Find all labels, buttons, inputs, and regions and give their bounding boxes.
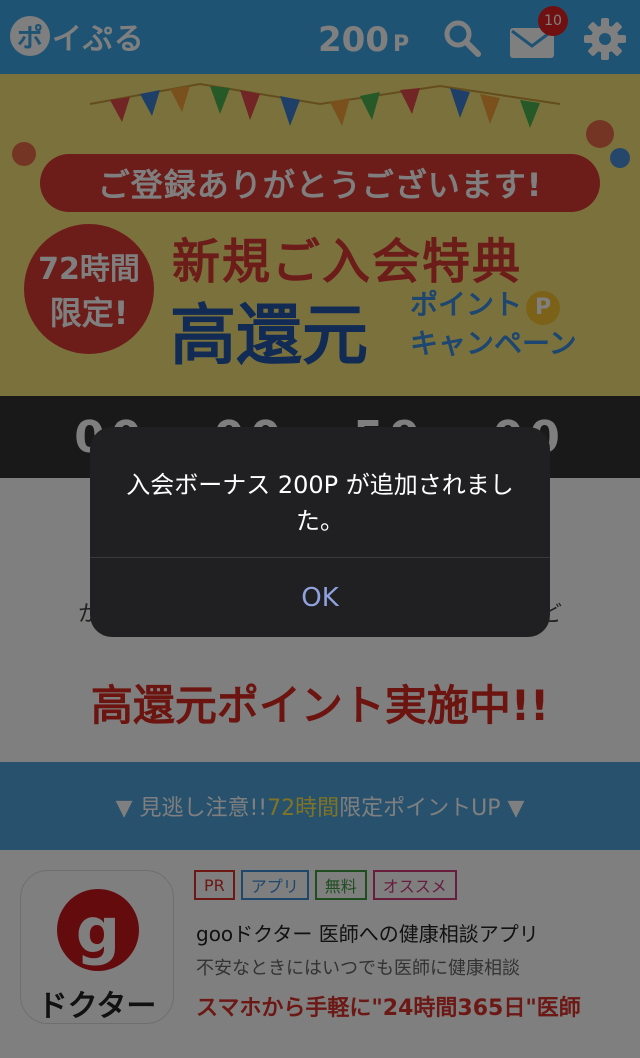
alert-dialog: 入会ボーナス 200P が追加されました。 OK [90,427,550,637]
alert-message: 入会ボーナス 200P が追加されました。 [126,471,514,535]
ok-button[interactable]: OK [90,558,550,637]
